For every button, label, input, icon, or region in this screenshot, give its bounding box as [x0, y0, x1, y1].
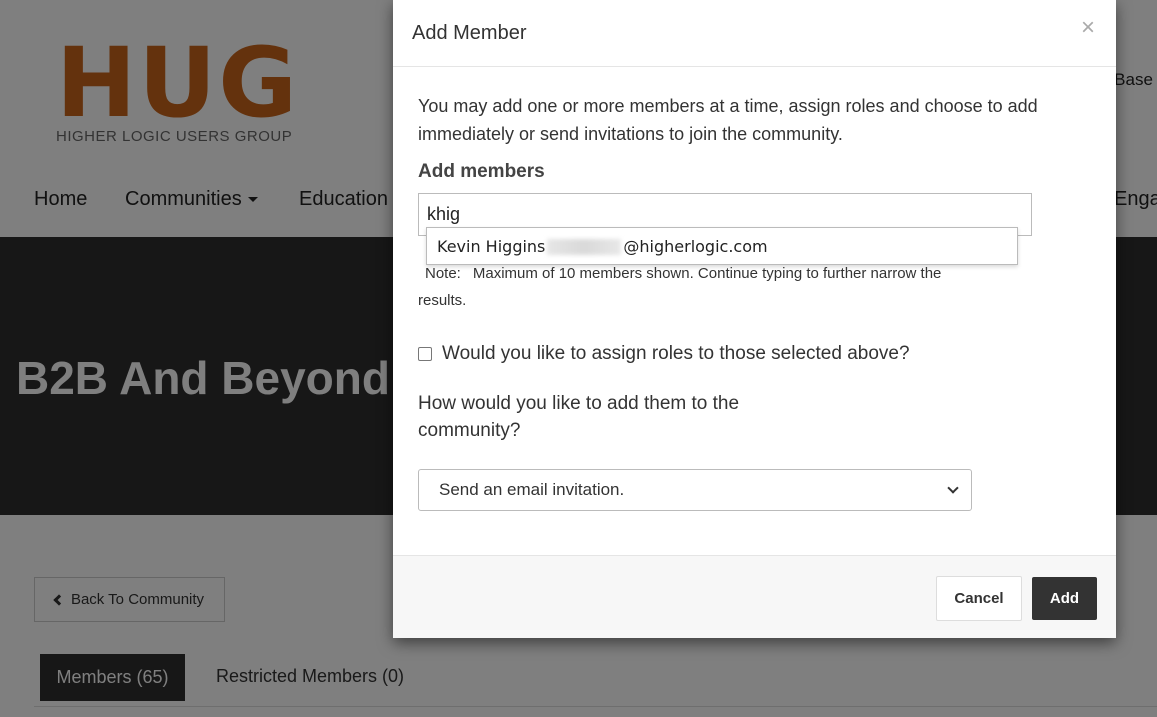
add-members-label: Add members	[418, 161, 545, 182]
modal-intro-text: You may add one or more members at a tim…	[418, 96, 1038, 144]
add-button[interactable]: Add	[1032, 577, 1097, 620]
add-member-modal: Add Member × You may add one or more mem…	[393, 0, 1116, 638]
add-method-select[interactable]: Send an email invitation.	[418, 469, 972, 511]
note-text: Maximum of 10 members shown. Continue ty…	[418, 265, 942, 309]
suggestion-name: Kevin Higgins	[437, 237, 546, 256]
note-label: Note:	[425, 265, 461, 282]
chevron-down-icon	[947, 481, 959, 494]
assign-roles-checkbox[interactable]	[418, 347, 432, 361]
assign-roles-label[interactable]: Would you like to assign roles to those …	[442, 343, 910, 365]
redacted-email-segment	[547, 238, 622, 255]
modal-header: Add Member ×	[393, 0, 1116, 67]
modal-title: Add Member	[412, 22, 527, 44]
cancel-button[interactable]: Cancel	[936, 576, 1022, 621]
close-icon[interactable]: ×	[1081, 16, 1095, 40]
suggestion-email-domain: @higherlogic.com	[623, 237, 768, 256]
add-method-selected-value: Send an email invitation.	[439, 480, 625, 499]
assign-roles-row: Would you like to assign roles to those …	[418, 343, 910, 365]
modal-footer: Cancel Add	[393, 555, 1116, 638]
add-method-question: How would you like to add them to the co…	[418, 393, 740, 441]
search-note: Note: Maximum of 10 members shown. Contin…	[418, 260, 958, 314]
suggestion-item[interactable]: Kevin Higgins @higherlogic.com	[437, 237, 768, 256]
